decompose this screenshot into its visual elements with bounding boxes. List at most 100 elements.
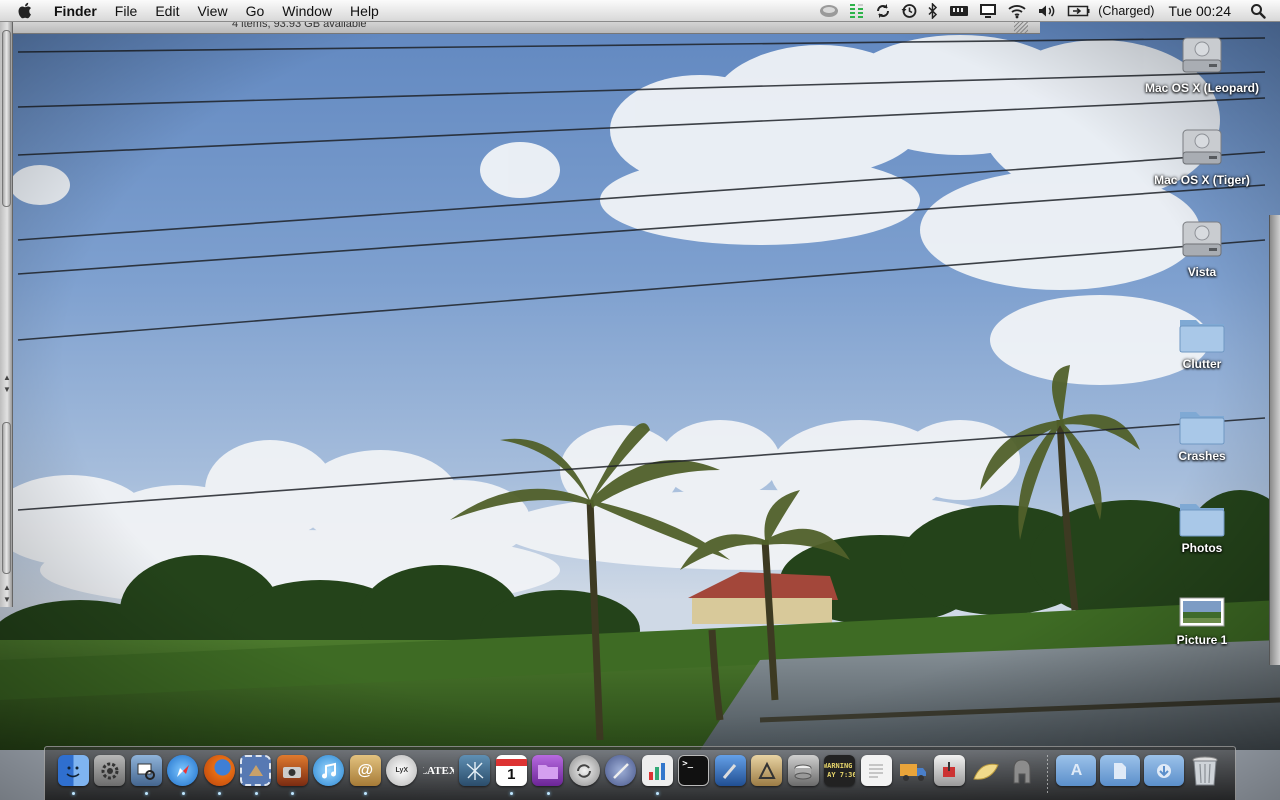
desktop-icon-vista-drive[interactable]: Vista xyxy=(1140,214,1264,300)
gear-icon xyxy=(94,755,126,786)
trash-icon xyxy=(1189,755,1220,786)
display-icon[interactable] xyxy=(979,3,997,19)
menu-help[interactable]: Help xyxy=(341,0,388,22)
quill-icon xyxy=(605,755,637,786)
dock-documents-stack[interactable] xyxy=(1100,755,1141,795)
menu-view[interactable]: View xyxy=(188,0,236,22)
memory-icon[interactable] xyxy=(949,4,969,18)
dock-latex[interactable]: LATEX xyxy=(422,755,455,795)
time-machine-icon[interactable] xyxy=(901,3,917,19)
scroll-up-arrow-icon-lower[interactable]: ▲ xyxy=(3,584,11,592)
apple-logo-icon xyxy=(18,2,31,19)
scrollbar-thumb-lower[interactable] xyxy=(2,422,11,574)
scroll-down-arrow-icon[interactable]: ▼ xyxy=(3,386,11,394)
growl-icon[interactable] xyxy=(819,4,839,18)
desktop-icon-label: Photos xyxy=(1181,541,1223,555)
latex-icon: LATEX xyxy=(422,764,454,777)
sync-icon[interactable] xyxy=(875,3,891,19)
folder-icon xyxy=(1179,320,1225,353)
dock-system-preferences[interactable] xyxy=(94,755,127,795)
desktop-icon-leopard-drive[interactable]: Mac OS X (Leopard) xyxy=(1140,30,1264,116)
dock-interface-builder[interactable] xyxy=(751,755,784,795)
taco-icon xyxy=(970,755,1001,786)
running-indicator xyxy=(181,792,185,795)
scrollbar-thumb[interactable] xyxy=(2,30,11,207)
desktop-icon-photos-folder[interactable]: Photos xyxy=(1140,490,1264,576)
dock-photo-booth[interactable] xyxy=(276,755,309,795)
dock-downloads-stack[interactable] xyxy=(1144,755,1185,795)
menu-bar: Finder File Edit View Go Window Help (Ch… xyxy=(0,0,1280,22)
running-indicator xyxy=(291,792,294,795)
applications-folder-icon: A xyxy=(1056,755,1097,786)
background-window-right-edge[interactable] xyxy=(1269,215,1280,665)
dock-transmit[interactable] xyxy=(897,755,930,795)
dock-trash[interactable] xyxy=(1188,755,1221,795)
spotlight-search-icon[interactable] xyxy=(1250,3,1266,19)
desktop-icon-clutter-folder[interactable]: Clutter xyxy=(1140,306,1264,392)
hard-drive-icon xyxy=(1182,129,1222,165)
desktop-icon-tiger-drive[interactable]: Mac OS X (Tiger) xyxy=(1140,122,1264,208)
documents-folder-icon xyxy=(1100,755,1141,786)
ruler-icon xyxy=(751,755,783,786)
music-note-icon xyxy=(313,755,345,786)
desktop-icon-label: Mac OS X (Tiger) xyxy=(1154,173,1250,187)
scroll-up-arrow-icon[interactable]: ▲ xyxy=(3,374,11,382)
dock-grapher[interactable] xyxy=(641,755,674,795)
downloads-folder-icon xyxy=(1144,755,1185,786)
dock-applications-stack[interactable]: A xyxy=(1056,755,1097,795)
battery-status-text[interactable]: (Charged) xyxy=(1098,4,1154,18)
dock-xcode[interactable] xyxy=(714,755,747,795)
dock-terminal[interactable]: >_ xyxy=(678,755,711,795)
dock-disk-utility[interactable] xyxy=(787,755,820,795)
running-indicator xyxy=(72,792,75,795)
desktop-icon-crashes-folder[interactable]: Crashes xyxy=(1140,398,1264,484)
folder-icon xyxy=(1179,412,1225,445)
menubar-clock[interactable]: Tue 00:24 xyxy=(1168,3,1231,19)
dock-mail[interactable] xyxy=(240,755,273,795)
folder-icon xyxy=(1179,504,1225,537)
dock-preview[interactable] xyxy=(130,755,163,795)
menu-file[interactable]: File xyxy=(106,0,147,22)
dock-finder[interactable] xyxy=(57,755,90,795)
background-window-scrollbar[interactable]: ▲ ▼ ▲ ▼ xyxy=(0,22,13,607)
menu-edit[interactable]: Edit xyxy=(146,0,188,22)
background-window-statusbar[interactable]: 4 items, 93.93 GB available xyxy=(12,22,1040,34)
sync-arrows-icon xyxy=(568,755,600,786)
dock-sync[interactable] xyxy=(568,755,601,795)
activity-meter-icon[interactable] xyxy=(849,3,865,19)
dock-installer[interactable] xyxy=(933,755,966,795)
disk-icon xyxy=(787,755,819,786)
bar-chart-icon xyxy=(641,755,673,786)
dock-omnifocus[interactable] xyxy=(532,755,565,795)
dock-address-book[interactable]: @ xyxy=(349,755,382,795)
dock-script-editor[interactable] xyxy=(605,755,638,795)
running-indicator xyxy=(656,792,659,795)
dock-console[interactable]: WARNING AY 7:36 xyxy=(824,755,857,795)
dock-firefox[interactable] xyxy=(203,755,236,795)
installer-icon xyxy=(933,755,965,786)
volume-icon[interactable] xyxy=(1037,3,1057,19)
dock-ical[interactable]: 1 xyxy=(495,755,528,795)
desktop-icon-picture-1[interactable]: Picture 1 xyxy=(1140,582,1264,668)
menu-window[interactable]: Window xyxy=(273,0,341,22)
dock-network-tool[interactable] xyxy=(459,755,492,795)
desktop-icon-label: Mac OS X (Leopard) xyxy=(1144,81,1260,95)
dock-separator[interactable] xyxy=(1046,755,1049,793)
battery-icon[interactable] xyxy=(1067,4,1091,18)
dock-itunes[interactable] xyxy=(313,755,346,795)
wifi-icon[interactable] xyxy=(1007,3,1027,19)
apple-menu[interactable] xyxy=(0,2,48,19)
bluetooth-icon[interactable] xyxy=(927,2,939,19)
dock-lyx[interactable]: LyX xyxy=(386,755,419,795)
app-menu-finder[interactable]: Finder xyxy=(48,0,106,22)
menu-go[interactable]: Go xyxy=(237,0,274,22)
scroll-down-arrow-icon-lower[interactable]: ▼ xyxy=(3,596,11,604)
dock-textedit[interactable] xyxy=(860,755,893,795)
desktop-icon-label: Clutter xyxy=(1182,357,1222,371)
hard-drive-icon xyxy=(1182,221,1222,257)
dock-spartan[interactable] xyxy=(1006,755,1039,795)
dock-taco[interactable] xyxy=(970,755,1003,795)
desktop-icon-label: Crashes xyxy=(1178,449,1226,463)
resize-grip-icon[interactable] xyxy=(1014,22,1028,33)
dock-safari[interactable] xyxy=(167,755,200,795)
